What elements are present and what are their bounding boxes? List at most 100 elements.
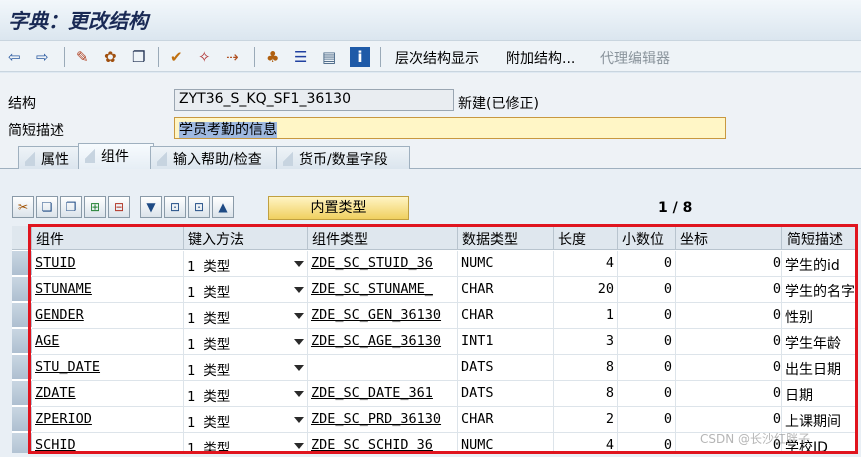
row-selector[interactable] xyxy=(12,277,32,302)
row-selector[interactable] xyxy=(12,355,32,380)
component-name-cell[interactable]: AGE xyxy=(32,329,184,355)
component-type-cell[interactable]: ZDE_SC_SCHID_36 xyxy=(308,433,458,453)
hierarchy-display-button[interactable]: 层次结构显示 xyxy=(395,48,479,68)
typing-method-cell[interactable]: 1 类型 xyxy=(184,251,308,277)
length-cell[interactable]: 2 xyxy=(554,407,618,433)
typing-method-cell[interactable]: 1 类型 xyxy=(184,329,308,355)
decimals-cell[interactable]: 0 xyxy=(618,381,676,407)
length-cell[interactable]: 3 xyxy=(554,329,618,355)
data-type-cell[interactable]: DATS xyxy=(458,355,554,381)
component-name-cell[interactable]: STUID xyxy=(32,251,184,277)
find-icon[interactable]: ▲ xyxy=(212,196,234,218)
check-icon[interactable]: ✔ xyxy=(170,47,183,67)
data-type-cell[interactable]: CHAR xyxy=(458,277,554,303)
delete-row-icon[interactable]: ⊟ xyxy=(108,196,130,218)
decimals-cell[interactable]: 0 xyxy=(618,355,676,381)
short-description-cell[interactable]: 学生的名字 xyxy=(782,277,858,303)
row-select-all[interactable] xyxy=(12,226,32,250)
dropdown-arrow-icon[interactable] xyxy=(294,365,304,371)
dropdown-arrow-icon[interactable] xyxy=(294,261,304,267)
where-used-icon[interactable]: ⇢ xyxy=(226,47,239,67)
column-header[interactable]: 小数位 xyxy=(618,226,676,250)
column-header[interactable]: 组件类型 xyxy=(308,226,458,250)
decimals-cell[interactable]: 0 xyxy=(618,433,676,453)
short-description-cell[interactable]: 日期 xyxy=(782,381,858,407)
dropdown-arrow-icon[interactable] xyxy=(294,417,304,423)
column-header[interactable]: 长度 xyxy=(554,226,618,250)
dropdown-arrow-icon[interactable] xyxy=(294,313,304,319)
short-description-cell[interactable]: 学生年龄 xyxy=(782,329,858,355)
display-change-icon[interactable]: ✎ xyxy=(76,47,89,67)
component-type-cell[interactable]: ZDE_SC_PRD_36130 xyxy=(308,407,458,433)
length-cell[interactable]: 8 xyxy=(554,381,618,407)
component-name-cell[interactable]: ZDATE xyxy=(32,381,184,407)
dropdown-arrow-icon[interactable] xyxy=(294,339,304,345)
data-type-cell[interactable]: INT1 xyxy=(458,329,554,355)
decimals-cell[interactable]: 0 xyxy=(618,251,676,277)
length-cell[interactable]: 1 xyxy=(554,303,618,329)
row-selector[interactable] xyxy=(12,433,32,453)
column-header[interactable]: 键入方法 xyxy=(184,226,308,250)
typing-method-cell[interactable]: 1 类型 xyxy=(184,355,308,381)
append-structure-button[interactable]: 附加结构... xyxy=(506,48,575,68)
component-type-cell[interactable]: ZDE_SC_GEN_36130 xyxy=(308,303,458,329)
component-name-cell[interactable]: ZPERIOD xyxy=(32,407,184,433)
row-selector[interactable] xyxy=(12,381,32,406)
sort-icon[interactable]: ▼ xyxy=(140,196,162,218)
wand-icon[interactable]: ✧ xyxy=(198,47,211,67)
tab-components[interactable]: 组件 xyxy=(78,143,154,169)
first-page-icon[interactable]: ⊡ xyxy=(164,196,186,218)
data-type-cell[interactable]: DATS xyxy=(458,381,554,407)
component-type-cell[interactable]: ZDE_SC_AGE_36130 xyxy=(308,329,458,355)
paste-icon[interactable]: ❐ xyxy=(60,196,82,218)
typing-method-cell[interactable]: 1 类型 xyxy=(184,381,308,407)
decimals-cell[interactable]: 0 xyxy=(618,407,676,433)
last-page-icon[interactable]: ⊡ xyxy=(188,196,210,218)
data-type-cell[interactable]: NUMC xyxy=(458,433,554,453)
length-cell[interactable]: 4 xyxy=(554,251,618,277)
length-cell[interactable]: 4 xyxy=(554,433,618,453)
short-description-cell[interactable]: 出生日期 xyxy=(782,355,858,381)
forward-arrow-icon[interactable]: ⇨ xyxy=(36,47,49,67)
coordinate-cell[interactable]: 0 xyxy=(676,381,782,407)
dropdown-arrow-icon[interactable] xyxy=(294,287,304,293)
decimals-cell[interactable]: 0 xyxy=(618,303,676,329)
component-type-cell[interactable]: ZDE_SC_STUID_36 xyxy=(308,251,458,277)
component-type-cell[interactable]: ZDE_SC_DATE_361 xyxy=(308,381,458,407)
column-header[interactable]: 数据类型 xyxy=(458,226,554,250)
component-name-cell[interactable]: SCHID xyxy=(32,433,184,453)
row-selector[interactable] xyxy=(12,329,32,354)
coordinate-cell[interactable]: 0 xyxy=(676,251,782,277)
row-selector[interactable] xyxy=(12,303,32,328)
column-header[interactable]: 坐标 xyxy=(676,226,782,250)
activate-icon[interactable]: ✿ xyxy=(104,47,117,67)
short-description-cell[interactable]: 性别 xyxy=(782,303,858,329)
short-description-cell[interactable]: 学生的id xyxy=(782,251,858,277)
copy-icon[interactable]: ❐ xyxy=(132,47,145,67)
decimals-cell[interactable]: 0 xyxy=(618,277,676,303)
description-field[interactable]: 学员考勤的信息 xyxy=(174,117,726,139)
tab-attributes[interactable]: 属性 xyxy=(18,146,82,169)
builtin-type-button[interactable]: 内置类型 xyxy=(268,196,409,220)
tab-input-help[interactable]: 输入帮助/检查 xyxy=(150,146,280,169)
coordinate-cell[interactable]: 0 xyxy=(676,277,782,303)
component-type-cell[interactable]: ZDE_SC_STUNAME_ xyxy=(308,277,458,303)
back-arrow-icon[interactable]: ⇦ xyxy=(8,47,21,67)
copy-row-icon[interactable]: ❏ xyxy=(36,196,58,218)
typing-method-cell[interactable]: 1 类型 xyxy=(184,407,308,433)
data-type-cell[interactable]: NUMC xyxy=(458,251,554,277)
coordinate-cell[interactable]: 0 xyxy=(676,355,782,381)
info-icon[interactable]: i xyxy=(350,47,370,67)
column-header[interactable]: 简短描述 xyxy=(782,226,858,250)
cut-icon[interactable]: ✂ xyxy=(12,196,34,218)
column-header[interactable]: 组件 xyxy=(32,226,184,250)
row-selector[interactable] xyxy=(12,251,32,276)
hierarchy-icon[interactable]: ♣ xyxy=(266,47,279,67)
coordinate-cell[interactable]: 0 xyxy=(676,303,782,329)
typing-method-cell[interactable]: 1 类型 xyxy=(184,303,308,329)
coordinate-cell[interactable]: 0 xyxy=(676,329,782,355)
component-name-cell[interactable]: STU_DATE xyxy=(32,355,184,381)
component-name-cell[interactable]: GENDER xyxy=(32,303,184,329)
decimals-cell[interactable]: 0 xyxy=(618,329,676,355)
typing-method-cell[interactable]: 1 类型 xyxy=(184,433,308,453)
